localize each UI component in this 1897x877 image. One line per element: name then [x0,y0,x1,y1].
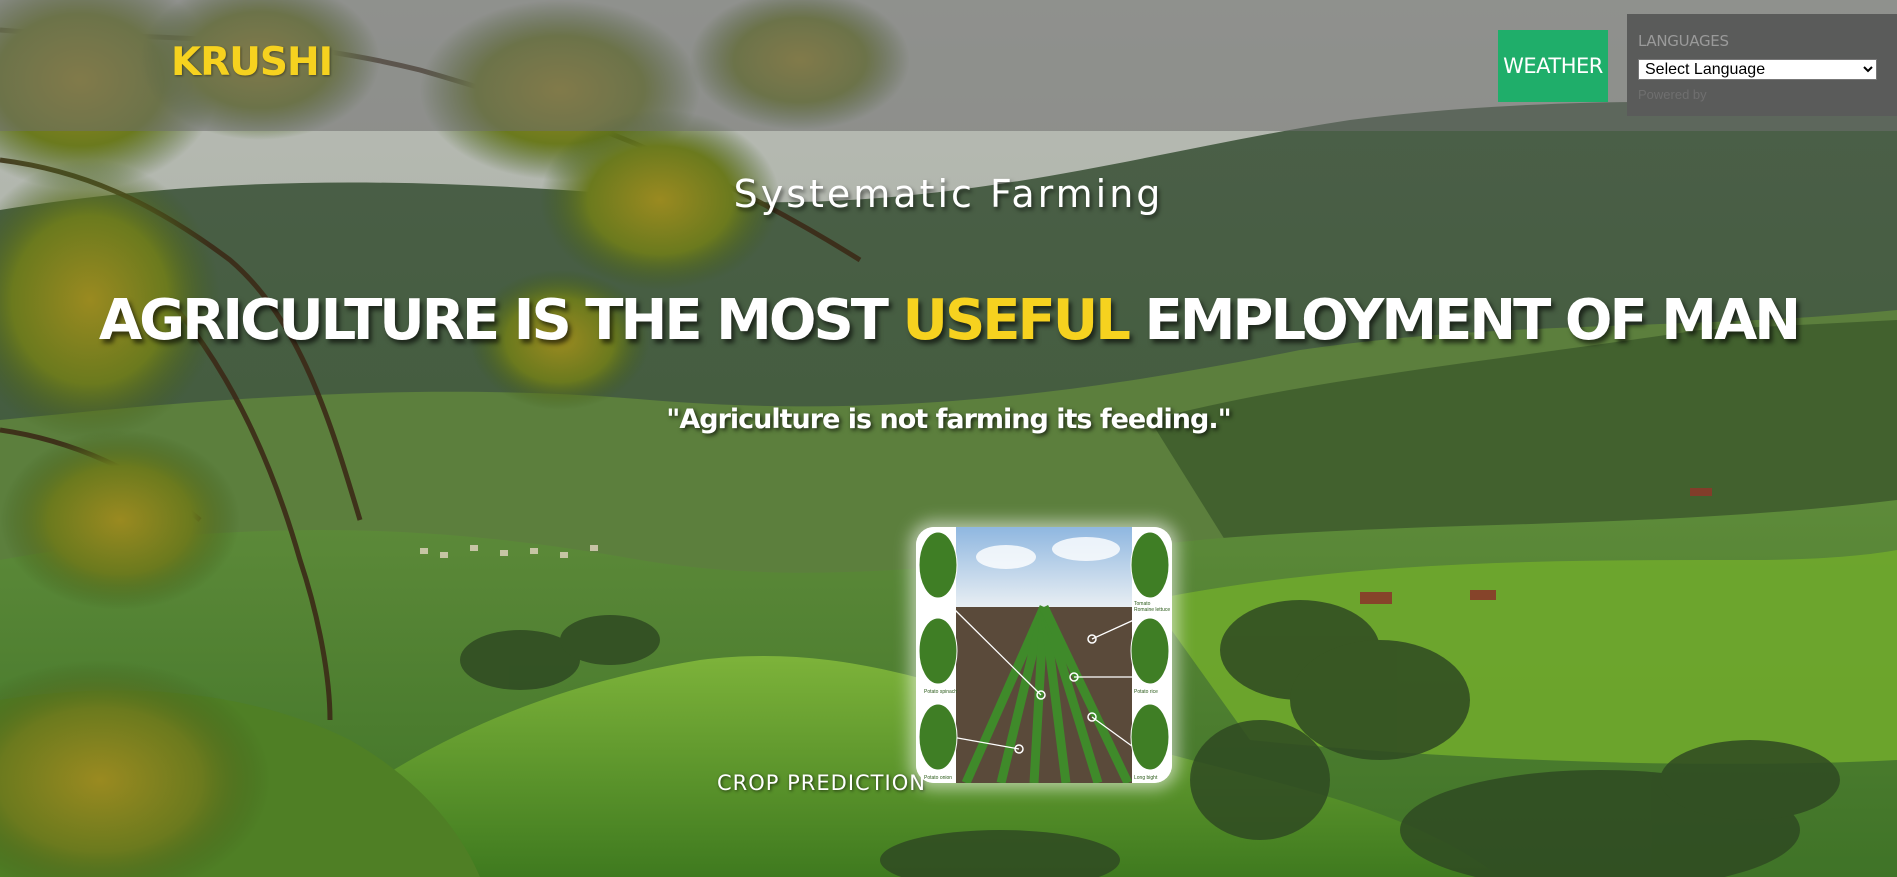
crop-prediction-link[interactable]: CROP PREDICTION [717,771,926,795]
languages-label: LANGUAGES [1638,32,1729,50]
hero-quote: "Agriculture is not farming its feeding.… [666,404,1231,435]
hero-subtitle: Systematic Farming [733,172,1164,216]
crop-tag-2: Potato onion [924,775,952,781]
weather-button[interactable]: WEATHER [1498,30,1608,102]
crop-tag-5: Potato rice [1134,689,1158,695]
brand-logo[interactable]: KRUSHI [171,40,333,85]
headline-part-2: EMPLOYMENT OF MAN [1127,288,1801,353]
language-panel: LANGUAGES Select Language Powered by [1627,14,1897,116]
powered-by-text: Powered by [1638,87,1707,102]
headline-accent: USEFUL [902,288,1130,353]
page: KRUSHI WEATHER LANGUAGES Select Language… [0,0,1897,877]
crop-field-illustration: Potato spinach Potato onion Tomato Romai… [916,527,1172,783]
language-select[interactable]: Select Language [1638,59,1877,80]
crop-tag-4: Romaine lettuce [1134,607,1170,613]
crop-tag-1: Potato spinach [924,689,957,695]
crop-tag-6: Long bight [1134,775,1158,781]
crop-prediction-image[interactable]: Potato spinach Potato onion Tomato Romai… [916,527,1172,783]
hero-headline: AGRICULTURE IS THE MOST USEFUL EMPLOYMEN… [0,288,1897,353]
headline-part-1: AGRICULTURE IS THE MOST [98,288,903,353]
